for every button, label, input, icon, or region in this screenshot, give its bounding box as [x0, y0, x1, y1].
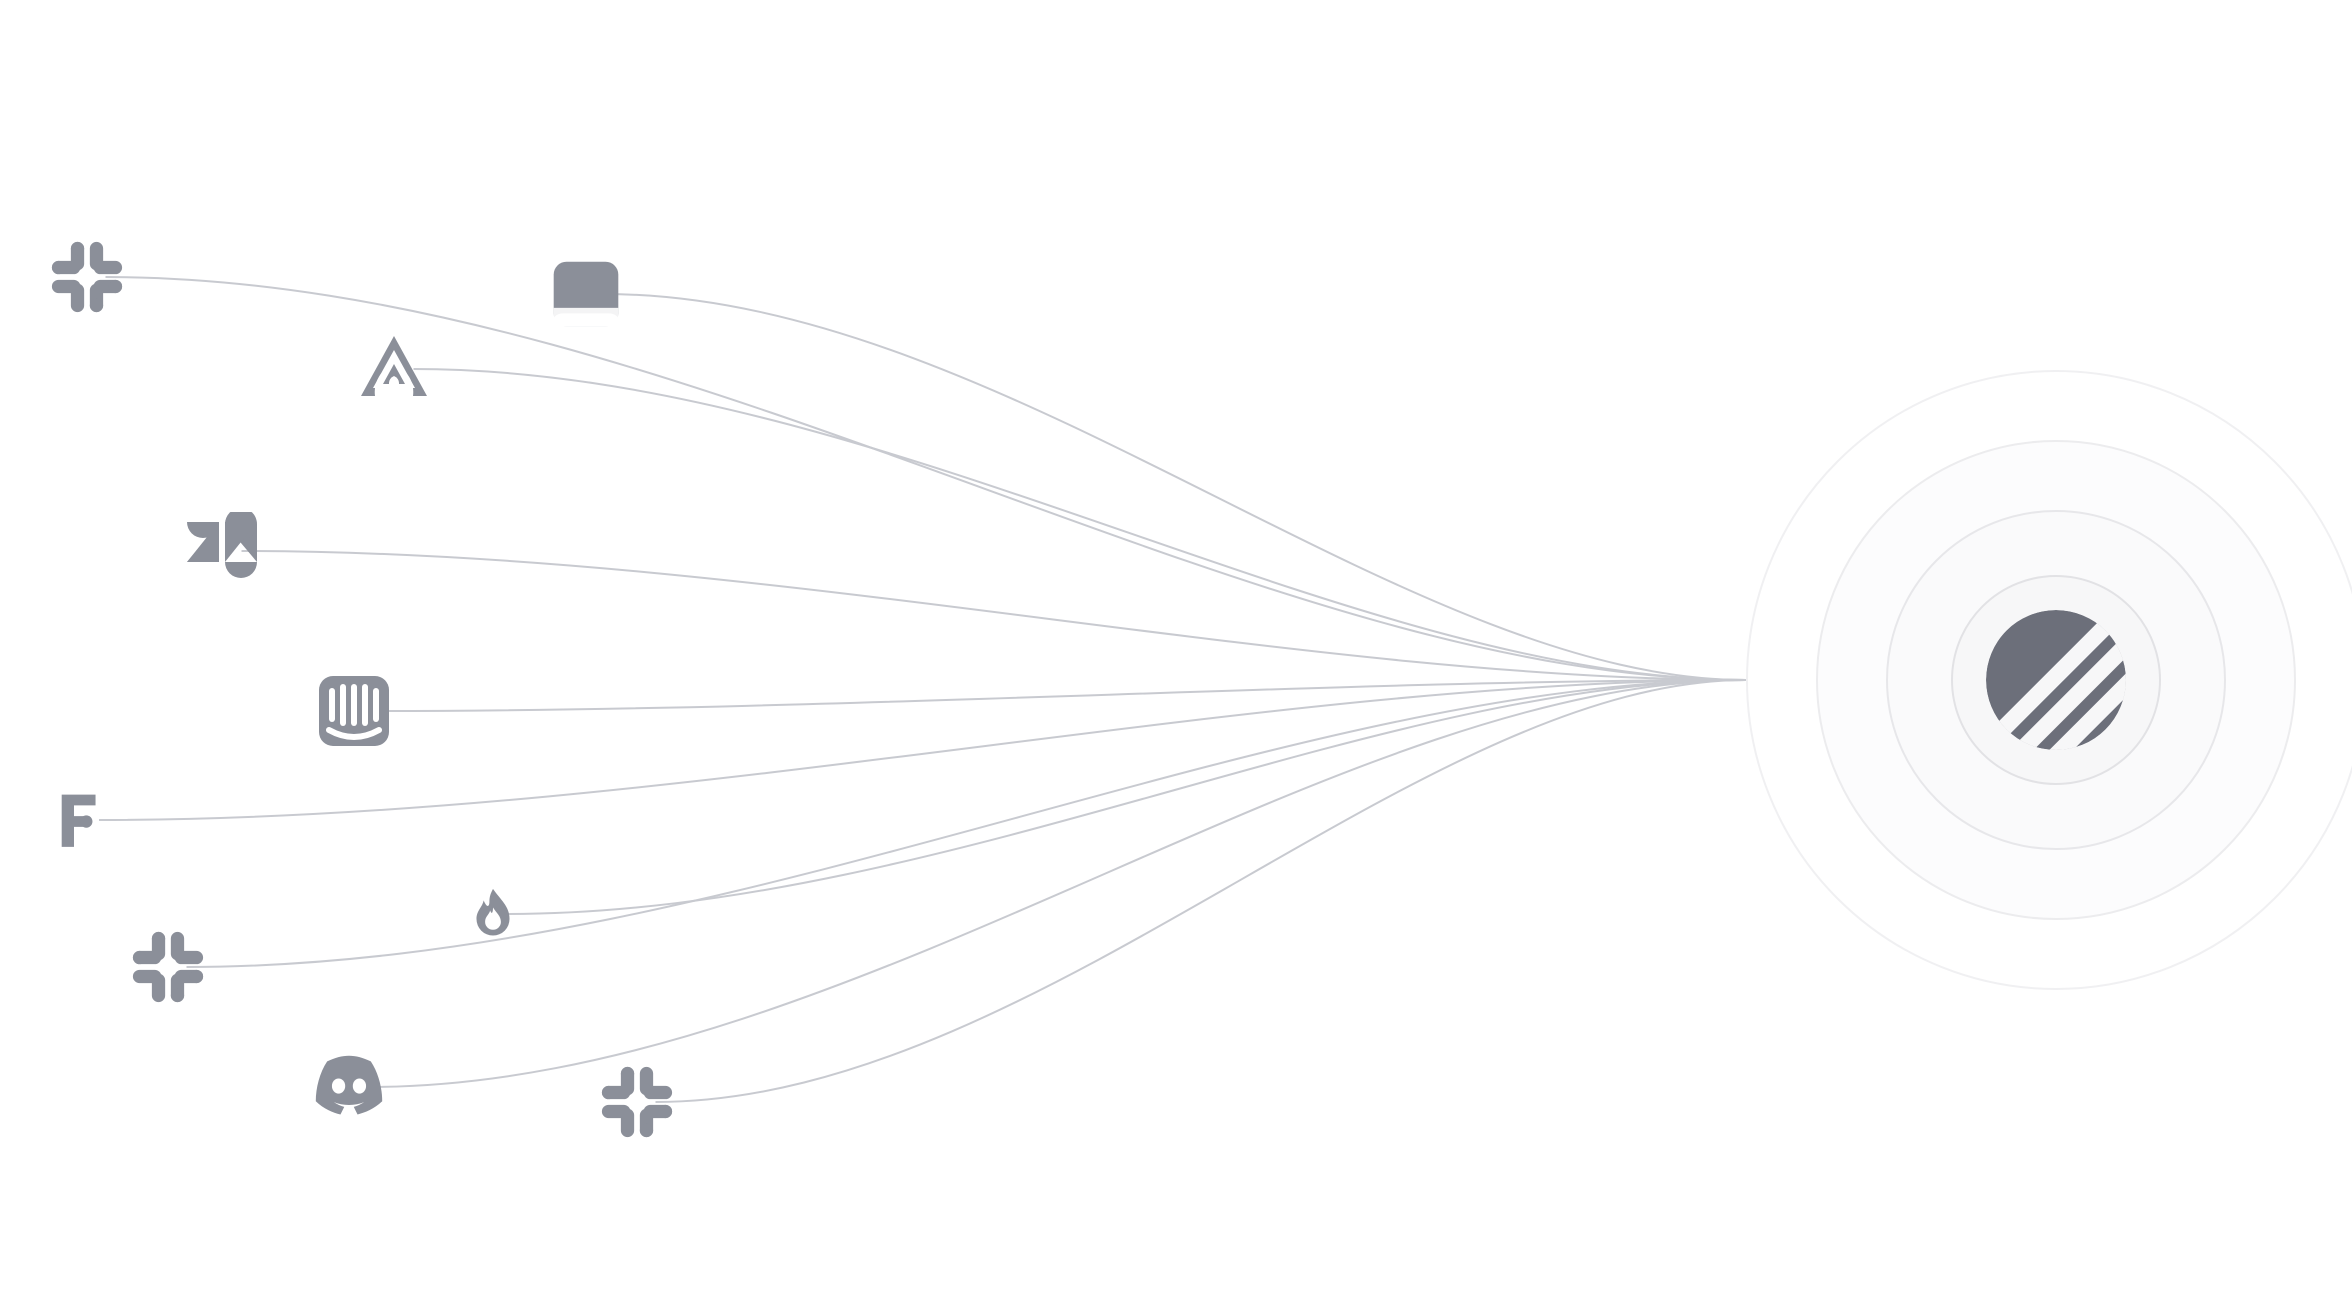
- zendesk-icon: [183, 512, 261, 590]
- intercom-icon: [315, 672, 393, 750]
- connection-line-panel: [604, 294, 1746, 680]
- slack-icon: [600, 1065, 674, 1139]
- discord-icon: [312, 1050, 386, 1124]
- connection-line-sentry: [414, 369, 1747, 680]
- connection-line-fireship: [507, 680, 1746, 914]
- linear-logo-icon: [1986, 610, 2126, 750]
- linear-hub: [1746, 370, 2352, 990]
- connection-line-slack-2: [187, 680, 1747, 967]
- sentry-icon: [355, 330, 433, 408]
- connection-line-intercom: [374, 680, 1747, 711]
- connection-line-slack-3: [656, 680, 1747, 1102]
- flame-icon: [465, 886, 521, 942]
- panel-icon: [550, 258, 622, 330]
- slack-icon: [131, 930, 205, 1004]
- connection-line-zendesk: [242, 551, 1747, 680]
- front-icon: [54, 790, 114, 850]
- connection-line-slack-1: [106, 277, 1747, 680]
- connection-line-discord: [368, 680, 1747, 1087]
- slack-icon: [50, 240, 124, 314]
- integration-diagram: [0, 0, 2352, 1313]
